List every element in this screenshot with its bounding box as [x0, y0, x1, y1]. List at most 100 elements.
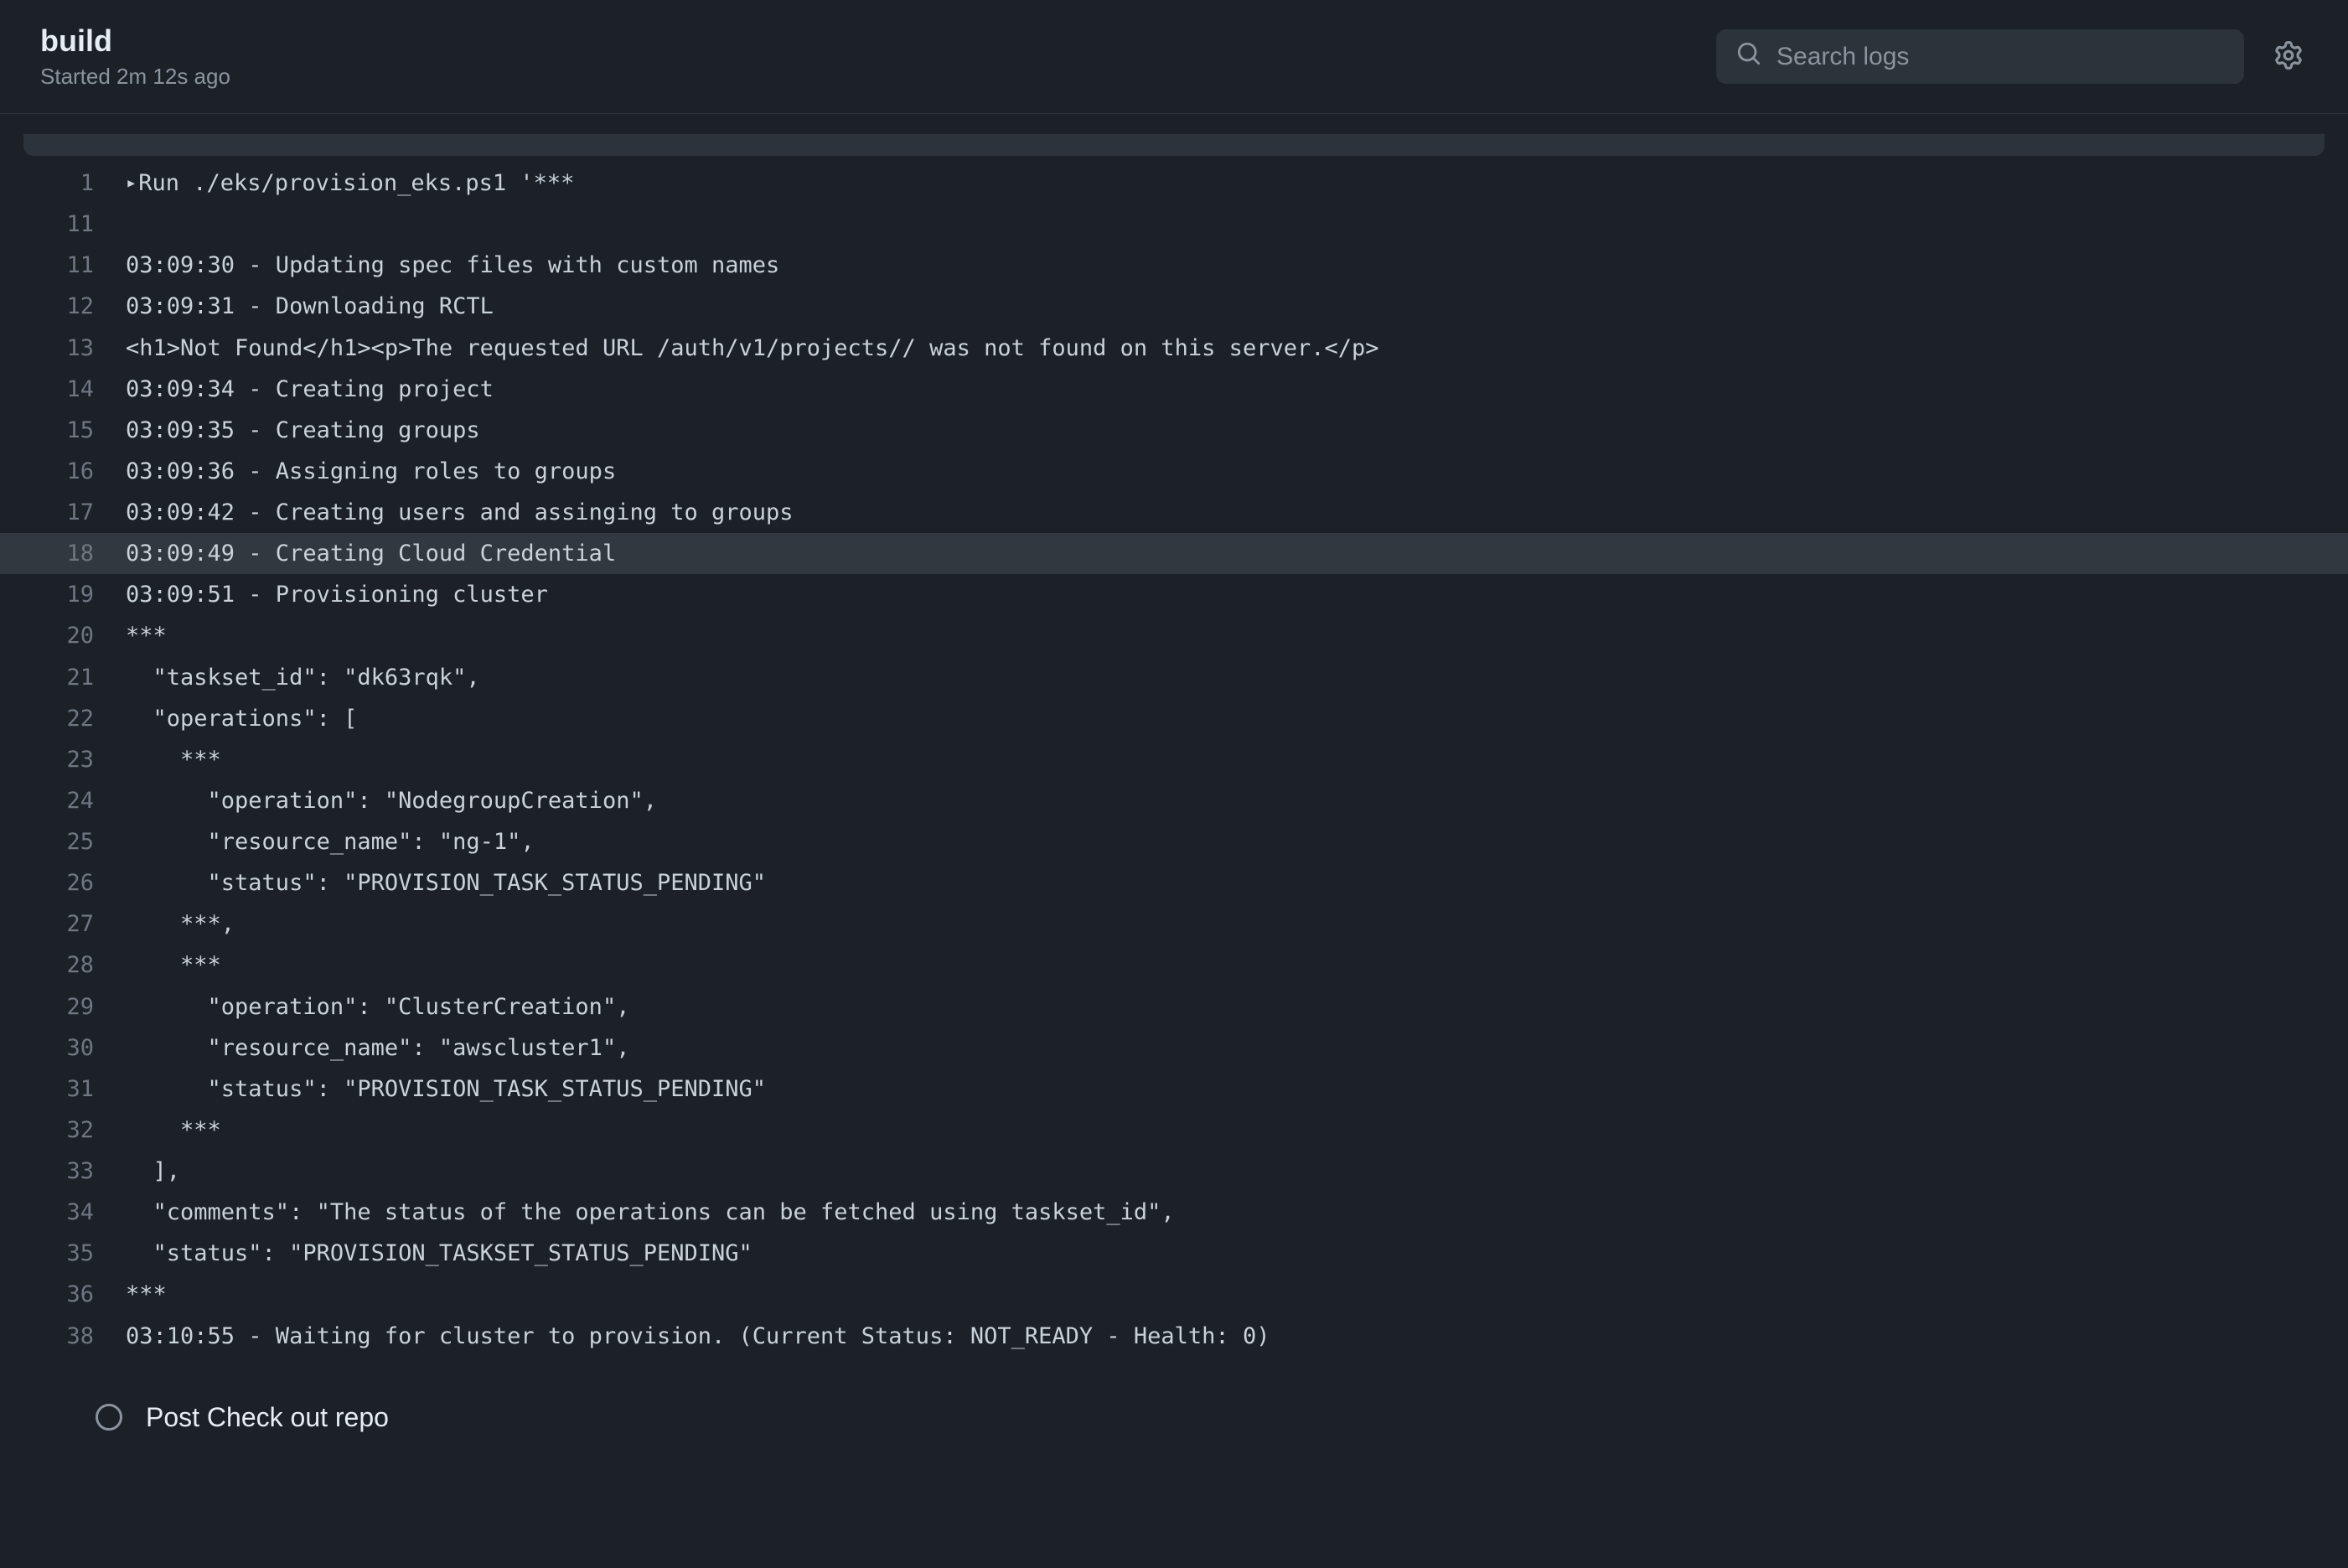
line-number: 34 — [0, 1192, 126, 1233]
line-number: 27 — [0, 903, 126, 944]
line-content: 03:09:34 - Creating project — [126, 369, 494, 410]
line-number: 15 — [0, 410, 126, 451]
log-line[interactable]: 36*** — [0, 1274, 2348, 1315]
line-content: "taskset_id": "dk63rqk", — [126, 657, 480, 698]
previous-step-collapsed[interactable] — [23, 134, 2325, 156]
line-number: 20 — [0, 615, 126, 656]
log-line[interactable]: 1503:09:35 - Creating groups — [0, 410, 2348, 451]
log-output: 1▸Run ./eks/provision_eks.ps1 '***111103… — [0, 163, 2348, 1357]
log-line[interactable]: 34 "comments": "The status of the operat… — [0, 1192, 2348, 1233]
queued-status-icon — [96, 1404, 122, 1431]
log-line[interactable]: 22 "operations": [ — [0, 698, 2348, 739]
log-line[interactable]: 23 *** — [0, 739, 2348, 780]
line-number: 13 — [0, 328, 126, 369]
search-icon — [1736, 41, 1761, 72]
line-content: 03:09:30 - Updating spec files with cust… — [126, 245, 779, 286]
next-step-row[interactable]: Post Check out repo — [0, 1387, 2348, 1448]
settings-button[interactable] — [2269, 36, 2308, 77]
gear-icon — [2274, 41, 2303, 72]
line-number: 22 — [0, 698, 126, 739]
line-number: 35 — [0, 1233, 126, 1274]
line-number: 26 — [0, 862, 126, 903]
search-box[interactable] — [1716, 29, 2244, 84]
line-number: 18 — [0, 533, 126, 574]
line-number: 16 — [0, 451, 126, 492]
line-number: 11 — [0, 245, 126, 286]
log-line[interactable]: 1703:09:42 - Creating users and assingin… — [0, 492, 2348, 533]
line-content: 03:09:35 - Creating groups — [126, 410, 480, 451]
log-line[interactable]: 20*** — [0, 615, 2348, 656]
line-number: 29 — [0, 986, 126, 1027]
log-line[interactable]: 26 "status": "PROVISION_TASK_STATUS_PEND… — [0, 862, 2348, 903]
log-line[interactable]: 1203:09:31 - Downloading RCTL — [0, 286, 2348, 327]
log-line[interactable]: 21 "taskset_id": "dk63rqk", — [0, 657, 2348, 698]
job-title: build — [40, 23, 230, 59]
line-content: 03:09:51 - Provisioning cluster — [126, 574, 548, 615]
line-content: "status": "PROVISION_TASK_STATUS_PENDING… — [126, 1069, 766, 1110]
line-content: *** — [126, 1110, 221, 1151]
line-content: "status": "PROVISION_TASKSET_STATUS_PEND… — [126, 1233, 752, 1274]
page-header: build Started 2m 12s ago — [0, 0, 2348, 114]
job-subtitle: Started 2m 12s ago — [40, 64, 230, 90]
log-line[interactable]: 32 *** — [0, 1110, 2348, 1151]
log-line[interactable]: 27 ***, — [0, 903, 2348, 944]
search-input[interactable] — [1777, 43, 2224, 71]
log-line[interactable]: 3803:10:55 - Waiting for cluster to prov… — [0, 1316, 2348, 1357]
line-content: 03:10:55 - Waiting for cluster to provis… — [126, 1316, 1270, 1357]
log-line[interactable]: 30 "resource_name": "awscluster1", — [0, 1027, 2348, 1069]
line-number: 19 — [0, 574, 126, 615]
log-line[interactable]: 35 "status": "PROVISION_TASKSET_STATUS_P… — [0, 1233, 2348, 1274]
log-line[interactable]: 33 ], — [0, 1151, 2348, 1192]
line-content: "status": "PROVISION_TASK_STATUS_PENDING… — [126, 862, 766, 903]
header-left: build Started 2m 12s ago — [40, 23, 230, 90]
line-number: 30 — [0, 1027, 126, 1069]
line-content: *** — [126, 1274, 167, 1315]
log-line[interactable]: 1803:09:49 - Creating Cloud Credential — [0, 533, 2348, 574]
log-line[interactable]: 11 — [0, 204, 2348, 245]
line-content: <h1>Not Found</h1><p>The requested URL /… — [126, 328, 1379, 369]
line-number: 24 — [0, 780, 126, 821]
line-number: 17 — [0, 492, 126, 533]
line-number: 21 — [0, 657, 126, 698]
line-number: 12 — [0, 286, 126, 327]
line-number: 25 — [0, 821, 126, 862]
line-number: 11 — [0, 204, 126, 245]
line-number: 36 — [0, 1274, 126, 1315]
log-line[interactable]: 1103:09:30 - Updating spec files with cu… — [0, 245, 2348, 286]
line-content: "resource_name": "awscluster1", — [126, 1027, 629, 1069]
log-line[interactable]: 1603:09:36 - Assigning roles to groups — [0, 451, 2348, 492]
line-content: "operation": "NodegroupCreation", — [126, 780, 657, 821]
line-number: 32 — [0, 1110, 126, 1151]
line-number: 28 — [0, 944, 126, 986]
line-content: "resource_name": "ng-1", — [126, 821, 535, 862]
step-label: Post Check out repo — [146, 1402, 389, 1433]
log-line[interactable]: 1403:09:34 - Creating project — [0, 369, 2348, 410]
line-content: 03:09:49 - Creating Cloud Credential — [126, 533, 616, 574]
line-content: ▸Run ./eks/provision_eks.ps1 '*** — [126, 163, 574, 204]
line-content: *** — [126, 944, 221, 986]
line-number: 14 — [0, 369, 126, 410]
line-content: "comments": "The status of the operation… — [126, 1192, 1175, 1233]
log-line[interactable]: 24 "operation": "NodegroupCreation", — [0, 780, 2348, 821]
line-number: 31 — [0, 1069, 126, 1110]
log-line[interactable]: 25 "resource_name": "ng-1", — [0, 821, 2348, 862]
log-line[interactable]: 28 *** — [0, 944, 2348, 986]
log-line[interactable]: 1▸Run ./eks/provision_eks.ps1 '*** — [0, 163, 2348, 204]
log-line[interactable]: 31 "status": "PROVISION_TASK_STATUS_PEND… — [0, 1069, 2348, 1110]
line-content: ***, — [126, 903, 235, 944]
line-content: 03:09:42 - Creating users and assinging … — [126, 492, 794, 533]
log-line[interactable]: 13<h1>Not Found</h1><p>The requested URL… — [0, 328, 2348, 369]
line-content: *** — [126, 615, 167, 656]
line-number: 23 — [0, 739, 126, 780]
log-line[interactable]: 1903:09:51 - Provisioning cluster — [0, 574, 2348, 615]
header-right — [1716, 29, 2308, 84]
log-line[interactable]: 29 "operation": "ClusterCreation", — [0, 986, 2348, 1027]
line-content: "operations": [ — [126, 698, 357, 739]
line-number: 38 — [0, 1316, 126, 1357]
line-content: "operation": "ClusterCreation", — [126, 986, 629, 1027]
line-content: *** — [126, 739, 221, 780]
disclosure-triangle-icon[interactable]: ▸ — [126, 167, 137, 200]
line-content: ], — [126, 1151, 180, 1192]
line-content: 03:09:31 - Downloading RCTL — [126, 286, 494, 327]
line-content: 03:09:36 - Assigning roles to groups — [126, 451, 616, 492]
